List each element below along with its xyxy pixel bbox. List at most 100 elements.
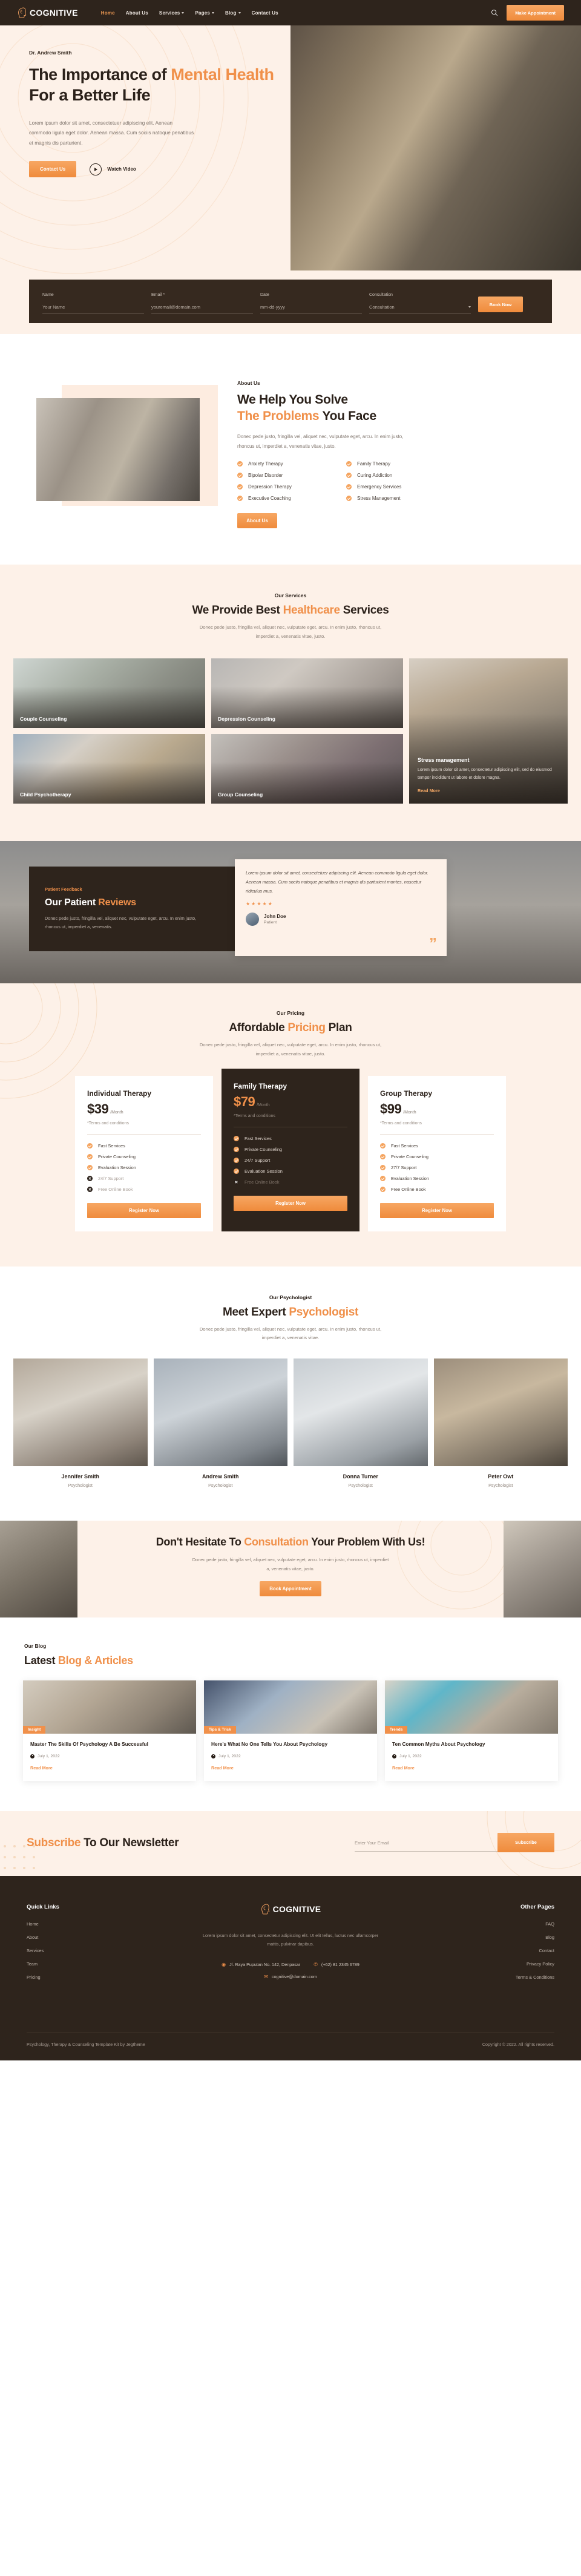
post-read-more-link[interactable]: Read More: [392, 1765, 415, 1771]
team-member-card[interactable]: Andrew Smith Psychologist: [153, 1358, 287, 1488]
footer-link-home[interactable]: Home: [27, 1921, 148, 1927]
patient-right-photo: [504, 1521, 581, 1618]
footer-link-faq[interactable]: FAQ: [433, 1921, 554, 1927]
andrew-smith-photo: [153, 1358, 287, 1467]
service-card-depression-counseling[interactable]: Depression Counseling: [211, 658, 403, 728]
blog-header: Our Blog Latest Blog & Articles: [0, 1643, 581, 1667]
reviews-eyebrow: Patient Feedback: [45, 886, 82, 892]
member-name: Donna Turner: [343, 1473, 378, 1480]
service-read-more-link[interactable]: Read More: [418, 788, 440, 793]
footer-link-about[interactable]: About: [27, 1935, 148, 1940]
feature-label: Family Therapy: [357, 461, 390, 467]
about-us-button[interactable]: About Us: [237, 513, 277, 529]
service-card-couple-counseling[interactable]: Couple Counseling: [13, 658, 205, 728]
pricing-title-part1: Affordable: [229, 1021, 288, 1034]
subscribe-button[interactable]: Subscribe: [497, 1832, 554, 1852]
blog-card[interactable]: Trends Ten Common Myths About Psychology…: [385, 1680, 558, 1781]
post-read-more-link[interactable]: Read More: [211, 1765, 234, 1771]
booking-field-name: Name Your Name: [42, 293, 144, 313]
check-icon: [237, 496, 243, 502]
book-appointment-button[interactable]: Book Appointment: [260, 1581, 321, 1596]
contact-us-button[interactable]: Contact Us: [29, 161, 77, 178]
nav-item-home[interactable]: Home: [101, 10, 115, 16]
hero-eyebrow: Dr. Andrew Smith: [29, 50, 72, 56]
footer-heading: Quick Links: [27, 1903, 59, 1910]
feature-label: Stress Management: [357, 496, 401, 502]
date-input[interactable]: mm-dd-yyyy: [260, 304, 362, 313]
about-feature: Executive Coaching: [237, 496, 322, 502]
team-eyebrow: Our Psychologist: [269, 1294, 312, 1300]
nav-item-services[interactable]: Services: [159, 10, 185, 16]
footer-link-team[interactable]: Team: [27, 1961, 148, 1967]
author-role: Patient: [264, 920, 277, 925]
field-value: Consultation: [369, 304, 395, 310]
member-photo: [294, 1358, 428, 1467]
watch-video-button[interactable]: Watch Video: [90, 163, 136, 175]
nav-item-pages[interactable]: Pages: [195, 10, 215, 16]
envelope-icon: ✉: [264, 1974, 268, 1980]
nav-label: Services: [159, 10, 180, 16]
post-read-more-link[interactable]: Read More: [30, 1765, 53, 1771]
testimonial-text: Lorem ipsum dolor sit amet, consectetuer…: [246, 870, 428, 894]
team-member-card[interactable]: Donna Turner Psychologist: [294, 1358, 428, 1488]
search-icon[interactable]: [491, 9, 498, 16]
footer-link-pricing[interactable]: Pricing: [27, 1975, 148, 1980]
footer-link-contact[interactable]: Contact: [433, 1948, 554, 1953]
consultation-select[interactable]: Consultation: [369, 304, 471, 313]
footer-logo[interactable]: COGNITIVE: [148, 1904, 433, 1915]
post-date: July 1, 2022: [218, 1754, 241, 1758]
footer-phone[interactable]: ✆ (+62) 81 2345 6789: [313, 1962, 359, 1967]
nav-item-about-us[interactable]: About Us: [126, 10, 148, 16]
post-tag: Tips & Trick: [204, 1726, 236, 1734]
check-icon: [346, 484, 352, 490]
name-input[interactable]: Your Name: [42, 304, 144, 313]
feature-label: Fast Services: [245, 1135, 272, 1141]
email-input[interactable]: youremail@domain.com: [151, 304, 253, 313]
register-now-button[interactable]: Register Now: [234, 1195, 347, 1211]
team-member-card[interactable]: Jennifer Smith Psychologist: [13, 1358, 148, 1488]
footer-brand-name: COGNITIVE: [272, 1904, 321, 1914]
register-now-button[interactable]: Register Now: [380, 1202, 494, 1218]
blog-grid: Insight Master The Skills Of Psychology …: [0, 1680, 581, 1781]
feature-label: Depression Therapy: [248, 484, 292, 490]
check-icon: [234, 1157, 239, 1163]
service-card-child-psychotherapy[interactable]: Child Psychotherapy: [13, 733, 205, 804]
footer-link-terms-conditions[interactable]: Terms & Conditions: [433, 1975, 554, 1980]
blog-section: Our Blog Latest Blog & Articles Insight …: [0, 1617, 581, 1811]
footer-link-services[interactable]: Services: [27, 1948, 148, 1953]
blog-card[interactable]: Tips & Trick Here's What No One Tells Yo…: [204, 1680, 377, 1781]
nav-label: Home: [100, 10, 115, 16]
footer-email[interactable]: ✉ cognitive@domain.com: [148, 1974, 433, 1979]
post-date: July 1, 2022: [399, 1754, 422, 1758]
book-now-button[interactable]: Book Now: [478, 297, 523, 312]
plan-name: Individual Therapy: [87, 1089, 152, 1098]
register-now-button[interactable]: Register Now: [87, 1202, 201, 1218]
service-feature-card[interactable]: Stress management Lorem ipsum dolor sit …: [409, 658, 568, 804]
make-appointment-button[interactable]: Make Appointment: [507, 5, 564, 21]
brand-logo[interactable]: COGNITIVE: [17, 7, 78, 18]
feature-label: 27/7 Support: [391, 1164, 417, 1170]
service-card-group-counseling[interactable]: Group Counseling: [211, 733, 403, 804]
plan-feature: Private Counseling: [380, 1153, 494, 1159]
nav-item-blog[interactable]: Blog: [225, 10, 241, 16]
site-footer: Quick Links Home About Services Team Pri…: [0, 1875, 581, 2060]
nav-item-contact-us[interactable]: Contact Us: [252, 10, 278, 16]
pricing-subtitle: Donec pede justo, fringilla vel, aliquet…: [199, 1041, 382, 1057]
team-member-card[interactable]: Peter Owt Psychologist: [433, 1358, 568, 1489]
clock-icon: [30, 1754, 34, 1758]
footer-link-privacy-policy[interactable]: Privacy Policy: [433, 1961, 554, 1967]
feature-label: Executive Coaching: [248, 496, 291, 502]
donna-turner-photo: [294, 1358, 428, 1467]
pricing-section: Our Pricing Affordable Pricing Plan Done…: [0, 983, 581, 1267]
plan-terms: *Terms and conditions: [380, 1121, 422, 1126]
services-header: Our Services We Provide Best Healthcare …: [0, 592, 581, 641]
feature-label: Evaluation Session: [98, 1164, 136, 1170]
field-label: Consultation: [369, 293, 393, 297]
member-role: Psychologist: [488, 1483, 513, 1489]
field-label: Name: [42, 293, 54, 297]
booking-field-consultation: Consultation Consultation: [369, 293, 471, 313]
footer-link-blog[interactable]: Blog: [433, 1935, 554, 1940]
nav-label: Blog: [225, 10, 237, 16]
patient-left-photo: [0, 1521, 77, 1618]
blog-card[interactable]: Insight Master The Skills Of Psychology …: [23, 1680, 196, 1781]
